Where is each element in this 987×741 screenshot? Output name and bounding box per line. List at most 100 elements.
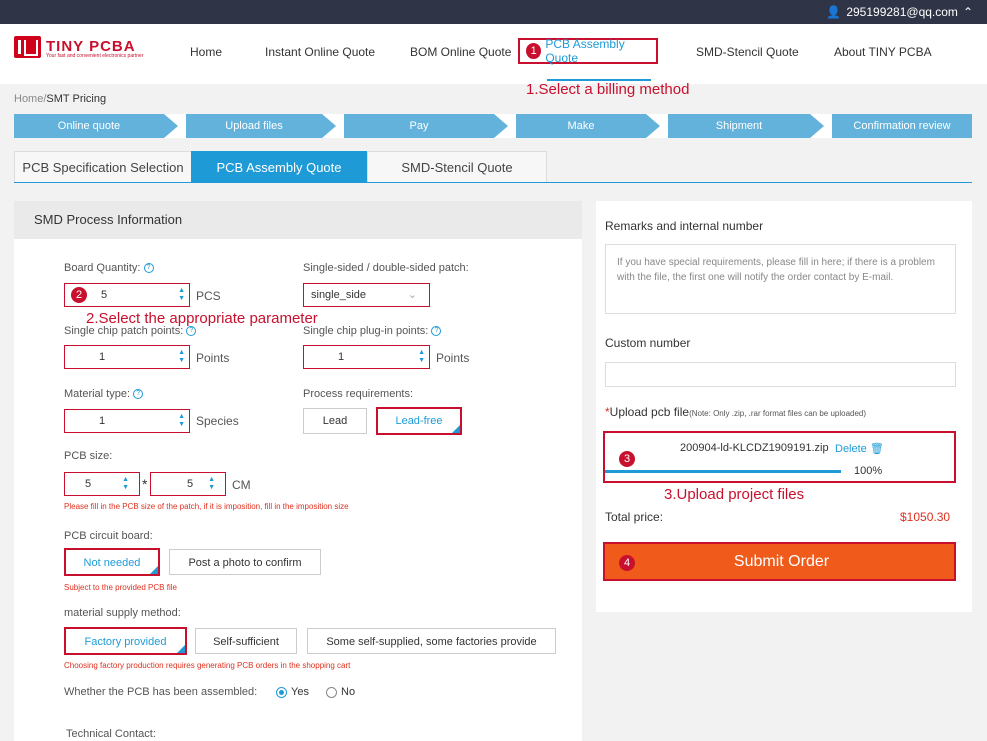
patch-label-text: Single chip patch points: xyxy=(64,325,184,337)
annotation-1: 1.Select a billing method xyxy=(526,81,690,98)
upload-progress-bar xyxy=(605,470,841,473)
upload-progress-text: 100% xyxy=(854,465,883,477)
assembled-yes-radio[interactable]: Yes xyxy=(276,686,309,698)
step-make: Make xyxy=(516,114,646,138)
help-icon[interactable]: ? xyxy=(143,263,154,274)
logo-mark-icon xyxy=(14,36,41,58)
step-arrow xyxy=(494,114,508,138)
circuit-label: PCB circuit board: xyxy=(64,530,153,542)
circuit-note: Subject to the provided PCB file xyxy=(64,583,177,592)
mixed-supply-button[interactable]: Some self-supplied, some factories provi… xyxy=(307,628,556,654)
material-value: 1 xyxy=(99,415,106,427)
nav-instant-quote[interactable]: Instant Online Quote xyxy=(265,45,375,59)
material-label: Material type: ? xyxy=(64,388,144,400)
uploaded-file-name: 200904-ld-KLCDZ1909191.zip xyxy=(680,442,829,454)
board-qty-label-text: Board Quantity: xyxy=(64,262,141,274)
assembled-yes-label: Yes xyxy=(291,686,309,698)
submit-order-label: Submit Order xyxy=(733,553,830,570)
step-badge-3: 3 xyxy=(619,451,635,467)
pcb-height-value: 5 xyxy=(187,478,194,490)
chevron-down-icon: ⌄ xyxy=(407,289,417,301)
nav-bom-quote[interactable]: BOM Online Quote xyxy=(410,45,511,59)
upload-file-box[interactable]: 3 200904-ld-KLCDZ1909191.zip Delete 🗑 10… xyxy=(603,431,956,483)
pcs-unit: PCS xyxy=(196,289,221,303)
delete-label: Delete xyxy=(835,443,867,455)
upload-label-text: Upload pcb file xyxy=(609,405,690,419)
assembled-label: Whether the PCB has been assembled: xyxy=(64,686,258,698)
remarks-label: Remarks and internal number xyxy=(605,219,764,233)
spinner-icon[interactable]: ▲ ▼ xyxy=(418,349,425,365)
step-arrow xyxy=(322,114,336,138)
nav-about[interactable]: About TINY PCBA xyxy=(834,45,932,59)
logo[interactable]: TINY PCBA Your fast and convenient elect… xyxy=(14,36,143,59)
technical-contact-label: Technical Contact: xyxy=(66,728,156,740)
annotation-3: 3.Upload project files xyxy=(664,486,805,503)
account-menu[interactable]: 👤 295199281@qq.com ⌃ xyxy=(826,5,973,19)
step-confirmation: Confirmation review xyxy=(832,114,972,138)
help-icon[interactable]: ? xyxy=(431,326,442,337)
sides-label: Single-sided / double-sided patch: xyxy=(303,262,469,274)
pcb-height-input[interactable]: 5 ▲ ▼ xyxy=(150,472,226,496)
patch-points-value: 1 xyxy=(99,351,106,363)
tab-smd-stencil[interactable]: SMD-Stencil Quote xyxy=(367,151,547,183)
spinner-icon[interactable]: ▲ ▼ xyxy=(178,287,185,303)
spinner-icon[interactable]: ▲ ▼ xyxy=(122,476,129,492)
logo-name: TINY PCBA xyxy=(46,38,136,55)
points-unit: Points xyxy=(196,351,230,365)
total-price: $1050.30 xyxy=(900,510,951,524)
tab-pcb-assembly[interactable]: PCB Assembly Quote xyxy=(191,151,367,183)
material-input[interactable]: 1 ▲ ▼ xyxy=(64,409,190,433)
smd-process-panel xyxy=(14,201,582,741)
breadcrumb-home[interactable]: Home/ xyxy=(14,93,46,105)
points-unit-2: Points xyxy=(436,351,470,365)
step-shipment: Shipment xyxy=(668,114,810,138)
step-online-quote: Online quote xyxy=(14,114,164,138)
plugin-points-input[interactable]: 1 ▲ ▼ xyxy=(303,345,430,369)
lead-free-button[interactable]: Lead-free xyxy=(376,407,462,435)
process-label: Process requirements: xyxy=(303,388,414,400)
panel-title: SMD Process Information xyxy=(14,201,582,239)
assembled-no-radio[interactable]: No xyxy=(326,686,355,698)
tab-pcb-spec[interactable]: PCB Specification Selection xyxy=(14,151,192,183)
spinner-icon[interactable]: ▲ ▼ xyxy=(178,413,185,429)
board-qty-input[interactable]: 2 5 ▲ ▼ xyxy=(64,283,190,307)
board-qty-value: 5 xyxy=(101,289,108,301)
help-icon[interactable]: ? xyxy=(186,326,197,337)
post-photo-button[interactable]: Post a photo to confirm xyxy=(169,549,321,575)
delete-file-link[interactable]: Delete 🗑 xyxy=(835,442,884,455)
step-badge-2: 2 xyxy=(71,287,87,303)
upload-note: (Note: Only .zip, .rar format files can … xyxy=(689,409,867,418)
custom-number-input[interactable] xyxy=(605,362,956,387)
remarks-textarea[interactable]: If you have special requirements, please… xyxy=(605,244,956,314)
step-upload-files: Upload files xyxy=(186,114,322,138)
pcb-width-input[interactable]: 5 ▲ ▼ xyxy=(64,472,140,496)
trash-icon: 🗑 xyxy=(869,443,884,455)
help-icon[interactable]: ? xyxy=(133,389,144,400)
step-pay: Pay xyxy=(344,114,494,138)
patch-label: Single chip patch points: ? xyxy=(64,325,197,337)
factory-provided-button[interactable]: Factory provided xyxy=(64,627,187,655)
nav-stencil-quote[interactable]: SMD-Stencil Quote xyxy=(696,45,799,59)
account-email: 295199281@qq.com xyxy=(846,5,958,19)
custom-number-label: Custom number xyxy=(605,336,691,350)
cm-unit: CM xyxy=(232,478,251,492)
nav-home[interactable]: Home xyxy=(190,45,222,59)
not-needed-button[interactable]: Not needed xyxy=(64,548,160,576)
breadcrumb: Home/SMT Pricing xyxy=(14,93,106,105)
material-label-text: Material type: xyxy=(64,388,131,400)
self-sufficient-button[interactable]: Self-sufficient xyxy=(195,628,297,654)
sides-select[interactable]: single_side ⌄ xyxy=(303,283,430,307)
spinner-icon[interactable]: ▲ ▼ xyxy=(208,476,215,492)
supply-note: Choosing factory production requires gen… xyxy=(64,661,351,670)
nav-pcb-assembly-quote[interactable]: 1 PCB Assembly Quote xyxy=(518,37,658,65)
patch-points-input[interactable]: 1 ▲ ▼ xyxy=(64,345,190,369)
upload-label: *Upload pcb file(Note: Only .zip, .rar f… xyxy=(605,405,866,419)
step-arrow xyxy=(164,114,178,138)
submit-order-button[interactable]: 4 Submit Order xyxy=(603,542,956,581)
assembled-no-label: No xyxy=(341,686,356,698)
lead-button[interactable]: Lead xyxy=(303,408,367,434)
pcb-width-value: 5 xyxy=(85,478,92,490)
chevron-up-icon: ⌃ xyxy=(962,5,973,19)
spinner-icon[interactable]: ▲ ▼ xyxy=(178,349,185,365)
progress-steps: Online quote Upload files Pay Make Shipm… xyxy=(14,114,972,138)
